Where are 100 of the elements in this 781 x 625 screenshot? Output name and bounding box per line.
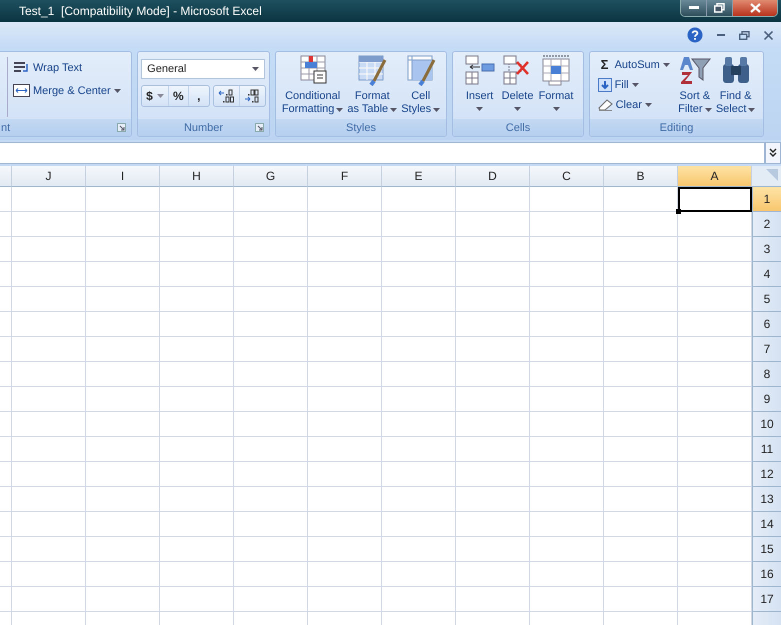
grid-cell[interactable] bbox=[530, 437, 604, 462]
maximize-button[interactable] bbox=[707, 0, 733, 16]
grid-cell[interactable] bbox=[308, 562, 382, 587]
grid-cell[interactable] bbox=[12, 537, 86, 562]
row-header[interactable]: 12 bbox=[752, 462, 781, 487]
grid-cell[interactable] bbox=[604, 262, 678, 287]
grid-cell[interactable] bbox=[604, 387, 678, 412]
grid-cell[interactable] bbox=[86, 312, 160, 337]
column-header[interactable]: J bbox=[12, 166, 86, 187]
grid-cell[interactable] bbox=[160, 262, 234, 287]
grid-cell[interactable] bbox=[382, 537, 456, 562]
grid-cell[interactable] bbox=[382, 337, 456, 362]
expand-formula-bar-button[interactable] bbox=[765, 142, 781, 164]
column-header[interactable] bbox=[0, 166, 12, 187]
ribbon-button[interactable]: Delete bbox=[498, 54, 537, 111]
grid-cell[interactable] bbox=[456, 412, 530, 437]
column-header[interactable]: B bbox=[604, 166, 678, 187]
column-header[interactable]: C bbox=[530, 166, 604, 187]
column-header[interactable]: A bbox=[678, 166, 752, 187]
grid-cell[interactable] bbox=[160, 437, 234, 462]
grid-cell[interactable] bbox=[456, 237, 530, 262]
row-header[interactable]: 15 bbox=[752, 537, 781, 562]
grid-cell[interactable] bbox=[456, 362, 530, 387]
ribbon-button[interactable]: Cell Styles bbox=[399, 54, 442, 116]
grid-cell[interactable] bbox=[308, 387, 382, 412]
grid-cell[interactable] bbox=[530, 362, 604, 387]
grid-cell[interactable] bbox=[12, 362, 86, 387]
grid-cell[interactable] bbox=[86, 562, 160, 587]
grid-cell[interactable] bbox=[456, 262, 530, 287]
grid-cell[interactable] bbox=[530, 312, 604, 337]
grid-cell[interactable] bbox=[0, 287, 12, 312]
row-header[interactable]: 5 bbox=[752, 287, 781, 312]
grid-cell[interactable] bbox=[604, 537, 678, 562]
row-header[interactable]: 3 bbox=[752, 237, 781, 262]
grid-cell[interactable] bbox=[456, 462, 530, 487]
grid-cell[interactable] bbox=[12, 587, 86, 612]
grid-cell[interactable] bbox=[0, 212, 12, 237]
grid-cell[interactable] bbox=[382, 562, 456, 587]
grid-cell[interactable] bbox=[456, 562, 530, 587]
row-header[interactable]: 8 bbox=[752, 362, 781, 387]
grid-cell[interactable] bbox=[382, 212, 456, 237]
grid-cell[interactable] bbox=[382, 362, 456, 387]
grid-cell[interactable] bbox=[86, 462, 160, 487]
grid-cell[interactable] bbox=[456, 387, 530, 412]
ribbon-button[interactable]: Sort & Filter bbox=[676, 54, 714, 116]
grid-cell[interactable] bbox=[12, 262, 86, 287]
grid-cell[interactable] bbox=[308, 587, 382, 612]
ribbon-button[interactable]: Conditional Formatting bbox=[280, 54, 346, 116]
grid-cell[interactable] bbox=[456, 187, 530, 212]
grid-cell[interactable] bbox=[0, 512, 12, 537]
grid-cell[interactable] bbox=[456, 537, 530, 562]
grid-cell[interactable] bbox=[0, 262, 12, 287]
grid-cell[interactable] bbox=[604, 437, 678, 462]
help-icon[interactable] bbox=[687, 27, 703, 43]
row-header[interactable]: 9 bbox=[752, 387, 781, 412]
ribbon-button[interactable]: Find & Select bbox=[714, 54, 758, 116]
grid-cell[interactable] bbox=[86, 537, 160, 562]
grid-cell[interactable] bbox=[86, 212, 160, 237]
active-cell[interactable] bbox=[678, 187, 752, 212]
grid-cell[interactable] bbox=[604, 562, 678, 587]
row-header[interactable]: 11 bbox=[752, 437, 781, 462]
grid-cell[interactable] bbox=[160, 187, 234, 212]
row-header[interactable]: 17 bbox=[752, 587, 781, 612]
grid-cell[interactable] bbox=[12, 487, 86, 512]
ribbon-button[interactable]: Format bbox=[536, 54, 576, 111]
grid-cell[interactable] bbox=[604, 587, 678, 612]
row-header[interactable]: 16 bbox=[752, 562, 781, 587]
grid-cell[interactable] bbox=[160, 587, 234, 612]
row-header[interactable]: 6 bbox=[752, 312, 781, 337]
grid-cell[interactable] bbox=[12, 287, 86, 312]
ribbon-button[interactable]: Format as Table bbox=[345, 54, 400, 116]
grid-cell[interactable] bbox=[0, 187, 12, 212]
grid-cell[interactable] bbox=[0, 587, 12, 612]
ribbon-button[interactable]: Fill bbox=[596, 76, 672, 94]
grid-cell[interactable] bbox=[160, 362, 234, 387]
grid-cell[interactable] bbox=[382, 312, 456, 337]
row-header[interactable]: 13 bbox=[752, 487, 781, 512]
grid-cell[interactable] bbox=[456, 312, 530, 337]
grid-cell[interactable] bbox=[308, 537, 382, 562]
grid-cell[interactable] bbox=[12, 387, 86, 412]
grid-cell[interactable] bbox=[308, 337, 382, 362]
grid-cell[interactable] bbox=[160, 537, 234, 562]
grid-cell[interactable] bbox=[382, 462, 456, 487]
grid-cell[interactable] bbox=[12, 437, 86, 462]
column-header[interactable]: G bbox=[234, 166, 308, 187]
grid-cell[interactable] bbox=[308, 412, 382, 437]
grid-cell[interactable] bbox=[530, 237, 604, 262]
grid-cell[interactable] bbox=[0, 462, 12, 487]
grid-cell[interactable] bbox=[456, 437, 530, 462]
grid-cell[interactable] bbox=[308, 237, 382, 262]
row-header[interactable]: 2 bbox=[752, 212, 781, 237]
grid-cell[interactable] bbox=[234, 462, 308, 487]
grid-cell[interactable] bbox=[530, 512, 604, 537]
grid-cell[interactable] bbox=[234, 412, 308, 437]
number-button[interactable]: $ bbox=[142, 86, 169, 106]
grid-cell[interactable] bbox=[160, 462, 234, 487]
grid-cell[interactable] bbox=[604, 487, 678, 512]
grid-cell[interactable] bbox=[382, 487, 456, 512]
ribbon-button[interactable]: Σ AutoSum bbox=[596, 55, 672, 74]
grid-cell[interactable] bbox=[160, 412, 234, 437]
